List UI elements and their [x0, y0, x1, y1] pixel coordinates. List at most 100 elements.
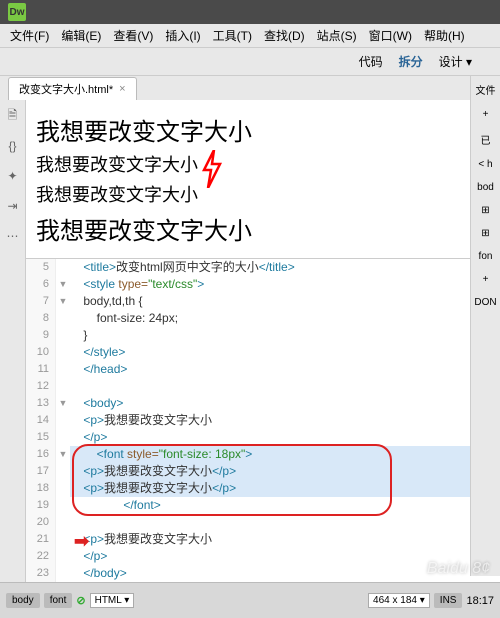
language-select[interactable]: HTML ▾ — [90, 593, 135, 608]
code-text[interactable]: <p>我想要改变文字大小 — [70, 412, 500, 429]
menu-file[interactable]: 文件(F) — [4, 27, 55, 44]
left-toolbar: 🗎 {} ✦ ⇥ ⋯ — [0, 100, 26, 600]
fold-gutter[interactable] — [56, 327, 70, 344]
panel-tab[interactable]: 文件 — [474, 80, 498, 99]
grid-icon[interactable]: ⊞ — [479, 203, 491, 218]
fold-gutter[interactable] — [56, 514, 70, 531]
time-label: 18:17 — [466, 595, 494, 607]
validate-icon[interactable]: ⊘ — [76, 594, 85, 607]
add-icon[interactable]: + — [481, 272, 491, 287]
code-text[interactable]: <style type="text/css"> — [70, 276, 500, 293]
fold-gutter[interactable] — [56, 463, 70, 480]
breadcrumb-body[interactable]: body — [6, 593, 40, 608]
work-area: 🗎 {} ✦ ⇥ ⋯ 我想要改变文字大小 我想要改变文字大小 我想要改变文字大小… — [0, 100, 500, 600]
live-preview[interactable]: 我想要改变文字大小 我想要改变文字大小 我想要改变文字大小 我想要改变文字大小 — [26, 100, 500, 259]
preview-text: 我想要改变文字大小 — [36, 211, 490, 246]
add-icon[interactable]: + — [481, 107, 491, 122]
fold-gutter[interactable] — [56, 497, 70, 514]
line-number: 11 — [26, 361, 56, 378]
fold-gutter[interactable]: ▼ — [56, 276, 70, 293]
code-text[interactable]: font-size: 24px; — [70, 310, 500, 327]
menu-tool[interactable]: 工具(T) — [207, 27, 258, 44]
code-text[interactable]: body,td,th { — [70, 293, 500, 310]
code-text[interactable]: <p>我想要改变文字大小 — [70, 531, 500, 548]
code-text[interactable] — [70, 514, 500, 531]
menu-window[interactable]: 窗口(W) — [363, 27, 418, 44]
code-editor[interactable]: ➡ 5 <title>改变html网页中文字的大小</title>6▼ <sty… — [26, 259, 500, 600]
code-text[interactable] — [70, 378, 500, 395]
panel-label: 已 — [479, 130, 493, 149]
line-number: 10 — [26, 344, 56, 361]
document-tab[interactable]: 改变文字大小.html* × — [8, 77, 137, 100]
fold-gutter[interactable] — [56, 412, 70, 429]
fold-gutter[interactable] — [56, 361, 70, 378]
brackets-icon[interactable]: {} — [5, 138, 21, 154]
line-number: 14 — [26, 412, 56, 429]
panel-item[interactable]: < h — [476, 157, 494, 172]
close-icon[interactable]: × — [119, 83, 125, 95]
code-text[interactable]: <title>改变html网页中文字的大小</title> — [70, 259, 500, 276]
panel-label: DON — [472, 295, 498, 310]
fold-gutter[interactable] — [56, 310, 70, 327]
app-logo: Dw — [8, 3, 26, 21]
line-number: 23 — [26, 565, 56, 582]
menu-help[interactable]: 帮助(H) — [418, 27, 471, 44]
menu-bar: 文件(F) 编辑(E) 查看(V) 插入(I) 工具(T) 查找(D) 站点(S… — [0, 24, 500, 48]
code-text[interactable]: <p>我想要改变文字大小</p> — [70, 480, 500, 497]
fold-gutter[interactable] — [56, 429, 70, 446]
dimensions-select[interactable]: 464 x 184 ▾ — [368, 593, 430, 608]
code-text[interactable]: <font style="font-size: 18px"> — [70, 446, 500, 463]
line-number: 15 — [26, 429, 56, 446]
fold-gutter[interactable] — [56, 378, 70, 395]
lightning-icon — [200, 150, 224, 196]
menu-insert[interactable]: 插入(I) — [159, 27, 206, 44]
breadcrumb-font[interactable]: font — [44, 593, 73, 608]
panel-item[interactable]: fon — [477, 249, 495, 264]
fold-gutter[interactable]: ▼ — [56, 395, 70, 412]
title-bar: Dw — [0, 0, 500, 24]
line-number: 18 — [26, 480, 56, 497]
more-icon[interactable]: ⋯ — [5, 228, 21, 244]
line-number: 16 — [26, 446, 56, 463]
view-code[interactable]: 代码 — [359, 53, 383, 70]
code-text[interactable]: </head> — [70, 361, 500, 378]
menu-view[interactable]: 查看(V) — [107, 27, 159, 44]
fold-gutter[interactable] — [56, 548, 70, 565]
watermark: Baidu 8¢ — [427, 560, 490, 578]
fold-gutter[interactable] — [56, 565, 70, 582]
line-number: 7 — [26, 293, 56, 310]
line-number: 12 — [26, 378, 56, 395]
code-text[interactable]: </font> — [70, 497, 500, 514]
panel-item[interactable]: bod — [475, 180, 496, 195]
menu-find[interactable]: 查找(D) — [258, 27, 311, 44]
fold-gutter[interactable] — [56, 531, 70, 548]
view-split[interactable]: 拆分 — [399, 53, 423, 70]
tab-label: 改变文字大小.html* — [19, 81, 113, 97]
code-text[interactable]: </style> — [70, 344, 500, 361]
insert-mode[interactable]: INS — [434, 593, 463, 608]
menu-edit[interactable]: 编辑(E) — [55, 27, 107, 44]
fold-gutter[interactable]: ▼ — [56, 446, 70, 463]
code-text[interactable]: <p>我想要改变文字大小</p> — [70, 463, 500, 480]
collapse-icon[interactable]: ⇥ — [5, 198, 21, 214]
document-tabs: 改变文字大小.html* × — [0, 76, 500, 100]
grid-icon[interactable]: ⊞ — [479, 226, 491, 241]
menu-site[interactable]: 站点(S) — [311, 27, 363, 44]
code-text[interactable]: <body> — [70, 395, 500, 412]
preview-text: 我想要改变文字大小 — [36, 151, 490, 177]
fold-gutter[interactable] — [56, 344, 70, 361]
fold-gutter[interactable] — [56, 259, 70, 276]
annotation-arrow: ➡ — [74, 531, 89, 552]
code-text[interactable]: } — [70, 327, 500, 344]
line-number: 20 — [26, 514, 56, 531]
fold-gutter[interactable] — [56, 480, 70, 497]
fold-gutter[interactable]: ▼ — [56, 293, 70, 310]
line-number: 9 — [26, 327, 56, 344]
file-icon[interactable]: 🗎 — [5, 108, 21, 124]
wand-icon[interactable]: ✦ — [5, 168, 21, 184]
code-text[interactable]: </p> — [70, 429, 500, 446]
line-number: 5 — [26, 259, 56, 276]
preview-text: 我想要改变文字大小 — [36, 112, 490, 147]
view-design[interactable]: 设计 ▾ — [439, 53, 472, 70]
line-number: 17 — [26, 463, 56, 480]
